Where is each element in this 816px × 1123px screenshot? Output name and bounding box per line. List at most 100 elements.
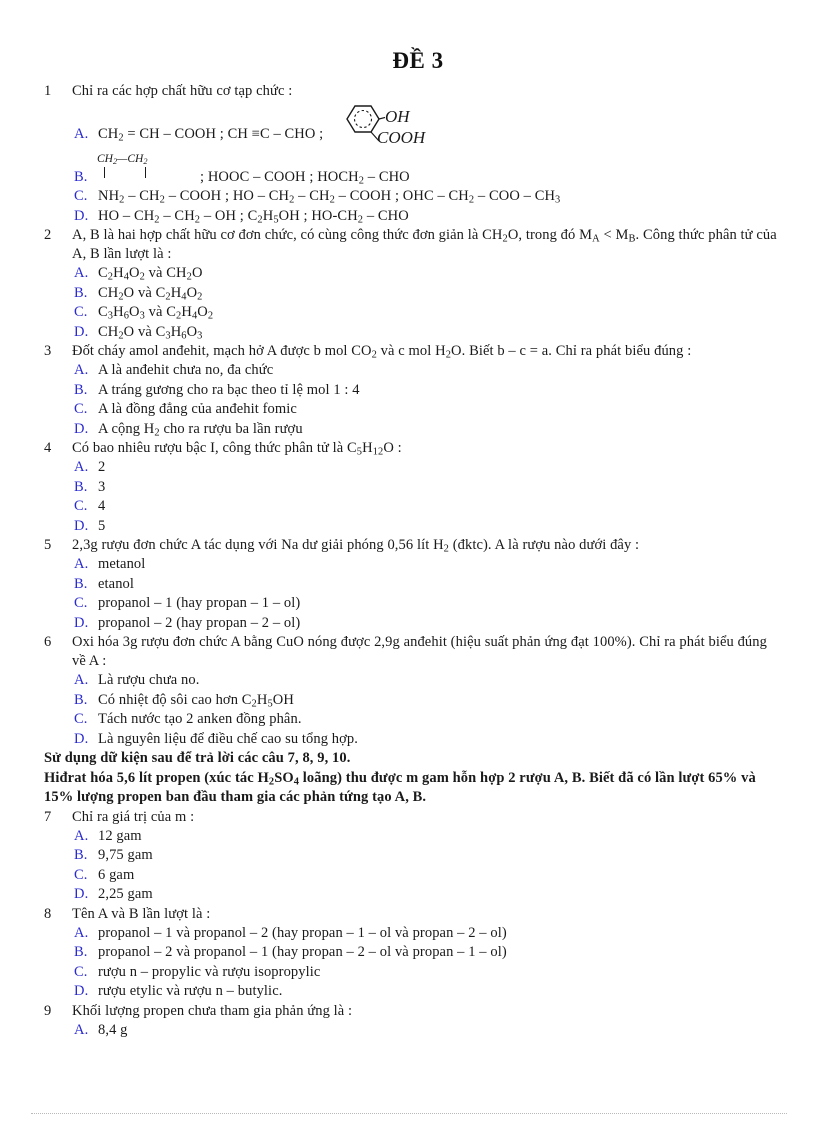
option-letter: C. <box>74 866 88 883</box>
option-d[interactable]: D. rượu etylic và rượu n – butylic. <box>72 982 780 1002</box>
option-text: Là rượu chưa no. <box>98 672 200 689</box>
option-letter: B. <box>74 944 88 961</box>
option-d[interactable]: D. 5 <box>72 517 780 537</box>
question-8: 8 Tên A và B lần lượt là : A. propanol –… <box>44 905 780 1002</box>
option-d[interactable]: D. CH2O và C3H6O3 <box>72 323 780 343</box>
option-a[interactable]: A. CH2 = CH – COOH ; CH ≡C – CHO ; <box>72 125 780 144</box>
option-text: rượu etylic và rượu n – butylic. <box>98 983 283 1000</box>
question-2: 2 A, B là hai hợp chất hữu cơ đơn chức, … <box>44 226 780 342</box>
option-text: propanol – 2 (hay propan – 2 – ol) <box>98 614 301 631</box>
option-text: 5 <box>98 517 106 534</box>
option-text: CH2 = CH – COOH ; CH ≡C – CHO ; <box>98 126 324 144</box>
option-c[interactable]: C. A là đồng đẳng của anđehit fomic <box>72 400 780 420</box>
option-letter: A. <box>74 924 89 941</box>
question-3: 3 Đốt cháy amol anđehit, mạch hở A được … <box>44 342 780 439</box>
option-text: propanol – 1 (hay propan – 1 – ol) <box>98 595 301 612</box>
option-letter: B. <box>74 169 88 186</box>
question-stem: Có bao nhiêu rượu bậc I, công thức phân … <box>72 440 402 458</box>
question-7: 7 Chỉ ra giá trị của m : A. 12 gam B. 9,… <box>44 808 780 905</box>
question-stem: Khối lượng propen chưa tham gia phản ứng… <box>72 1002 353 1019</box>
question-list-continued: 7 Chỉ ra giá trị của m : A. 12 gam B. 9,… <box>0 808 816 1041</box>
option-c[interactable]: C. propanol – 1 (hay propan – 1 – ol) <box>72 594 780 614</box>
note-line-2: Hiđrat hóa 5,6 lít propen (xúc tác H2SO4… <box>44 769 756 806</box>
option-text: etanol <box>98 575 135 592</box>
page-title: ĐỀ 3 <box>392 48 444 73</box>
option-a[interactable]: A. Là rượu chưa no. <box>72 671 780 691</box>
option-letter: A. <box>74 1021 89 1038</box>
question-number: 1 <box>44 83 52 100</box>
option-d[interactable]: D. HO – CH2 – CH2 – OH ; C2H5OH ; HO-CH2… <box>72 207 780 227</box>
option-list: A. propanol – 1 và propanol – 2 (hay pro… <box>72 924 780 1002</box>
question-list: 1 Chỉ ra các hợp chất hữu cơ tạp chức : … <box>0 82 816 749</box>
footer-divider <box>31 1113 787 1114</box>
option-c[interactable]: C. 6 gam <box>72 866 780 886</box>
option-text: NH2 – CH2 – COOH ; HO – CH2 – CH2 – COOH… <box>98 188 561 206</box>
question-number: 6 <box>44 634 52 651</box>
question-5: 5 2,3g rượu đơn chức A tác dụng với Na d… <box>44 536 780 633</box>
option-text: A cộng H2 cho ra rượu ba lần rượu <box>98 420 303 438</box>
option-letter: A. <box>74 827 89 844</box>
option-text: propanol – 1 và propanol – 2 (hay propan… <box>98 924 507 941</box>
option-text: metanol <box>98 556 146 573</box>
option-text: CH2O và C2H4O2 <box>98 284 203 302</box>
option-text: C2H4O2 và CH2O <box>98 265 203 283</box>
question-1: 1 Chỉ ra các hợp chất hữu cơ tạp chức : … <box>44 82 780 226</box>
option-b[interactable]: B. 3 <box>72 478 780 498</box>
option-letter: B. <box>74 284 88 301</box>
option-text: 9,75 gam <box>98 847 153 864</box>
option-list: A. 8,4 g <box>72 1021 780 1041</box>
option-list: A. C2H4O2 và CH2O B. CH2O và C2H4O2 C. C… <box>72 264 780 342</box>
option-a[interactable]: A. 8,4 g <box>72 1021 780 1041</box>
option-c[interactable]: C. 4 <box>72 497 780 517</box>
option-d[interactable]: D. 2,25 gam <box>72 885 780 905</box>
option-letter: C. <box>74 498 88 515</box>
option-letter: B. <box>74 691 88 708</box>
option-d[interactable]: D. Là nguyên liệu để điều chế cao su tổn… <box>72 730 780 750</box>
question-number: 3 <box>44 343 52 360</box>
option-letter: D. <box>74 420 89 437</box>
option-b[interactable]: B. ; HOOC – COOH ; HOCH2 – CHO <box>72 168 780 187</box>
option-letter: A. <box>74 265 89 282</box>
exam-page: ĐỀ 3 OH COOH CH2—CH2 1 Chỉ ra các hợp ch… <box>0 0 816 1123</box>
option-c[interactable]: C. C3H6O3 và C2H4O2 <box>72 303 780 323</box>
option-a[interactable]: A. C2H4O2 và CH2O <box>72 264 780 284</box>
question-9: 9 Khối lượng propen chưa tham gia phản ứ… <box>44 1002 780 1041</box>
option-b[interactable]: B. 9,75 gam <box>72 846 780 866</box>
option-list: A. metanol B. etanol C. propanol – 1 (ha… <box>72 555 780 633</box>
option-c[interactable]: C. rượu n – propylic và rượu isopropylic <box>72 963 780 983</box>
option-letter: A. <box>74 459 89 476</box>
option-d[interactable]: D. A cộng H2 cho ra rượu ba lần rượu <box>72 420 780 440</box>
option-b[interactable]: B. propanol – 2 và propanol – 1 (hay pro… <box>72 943 780 963</box>
option-d[interactable]: D. propanol – 2 (hay propan – 2 – ol) <box>72 614 780 634</box>
option-letter: B. <box>74 478 88 495</box>
option-b[interactable]: B. Có nhiệt độ sôi cao hơn C2H5OH <box>72 691 780 711</box>
question-stem: Chỉ ra giá trị của m : <box>72 808 195 825</box>
question-stem: Đốt cháy amol anđehit, mạch hở A được b … <box>72 343 692 361</box>
option-a[interactable]: A. 12 gam <box>72 827 780 847</box>
option-text: A tráng gương cho ra bạc theo tỉ lệ mol … <box>98 381 360 398</box>
question-stem: Tên A và B lần lượt là : <box>72 905 211 922</box>
option-list: A. CH2 = CH – COOH ; CH ≡C – CHO ; B. ; … <box>72 125 780 226</box>
option-letter: A. <box>74 672 89 689</box>
option-letter: C. <box>74 188 88 205</box>
option-text: 2,25 gam <box>98 886 153 903</box>
option-a[interactable]: A. metanol <box>72 555 780 575</box>
option-letter: B. <box>74 847 88 864</box>
option-a[interactable]: A. A là anđehit chưa no, đa chức <box>72 361 780 381</box>
option-list: A. 12 gam B. 9,75 gam C. 6 gam D. 2,25 g… <box>72 827 780 905</box>
option-a[interactable]: A. 2 <box>72 458 780 478</box>
option-text: HO – CH2 – CH2 – OH ; C2H5OH ; HO-CH2 – … <box>98 207 409 225</box>
option-b[interactable]: B. CH2O và C2H4O2 <box>72 284 780 304</box>
question-number: 5 <box>44 537 52 554</box>
option-a[interactable]: A. propanol – 1 và propanol – 2 (hay pro… <box>72 924 780 944</box>
option-text: C3H6O3 và C2H4O2 <box>98 304 214 322</box>
question-4: 4 Có bao nhiêu rượu bậc I, công thức phâ… <box>44 439 780 536</box>
option-b[interactable]: B. etanol <box>72 575 780 595</box>
note-line-1: Sử dụng dữ kiện sau để trả lời các câu 7… <box>44 750 351 767</box>
question-6: 6 Oxi hóa 3g rượu đơn chức A bằng CuO nó… <box>44 633 780 749</box>
option-letter: C. <box>74 304 88 321</box>
option-letter: D. <box>74 517 89 534</box>
option-b[interactable]: B. A tráng gương cho ra bạc theo tỉ lệ m… <box>72 381 780 401</box>
option-c[interactable]: C. Tách nước tạo 2 anken đồng phân. <box>72 710 780 730</box>
option-c[interactable]: C. NH2 – CH2 – COOH ; HO – CH2 – CH2 – C… <box>72 187 780 207</box>
